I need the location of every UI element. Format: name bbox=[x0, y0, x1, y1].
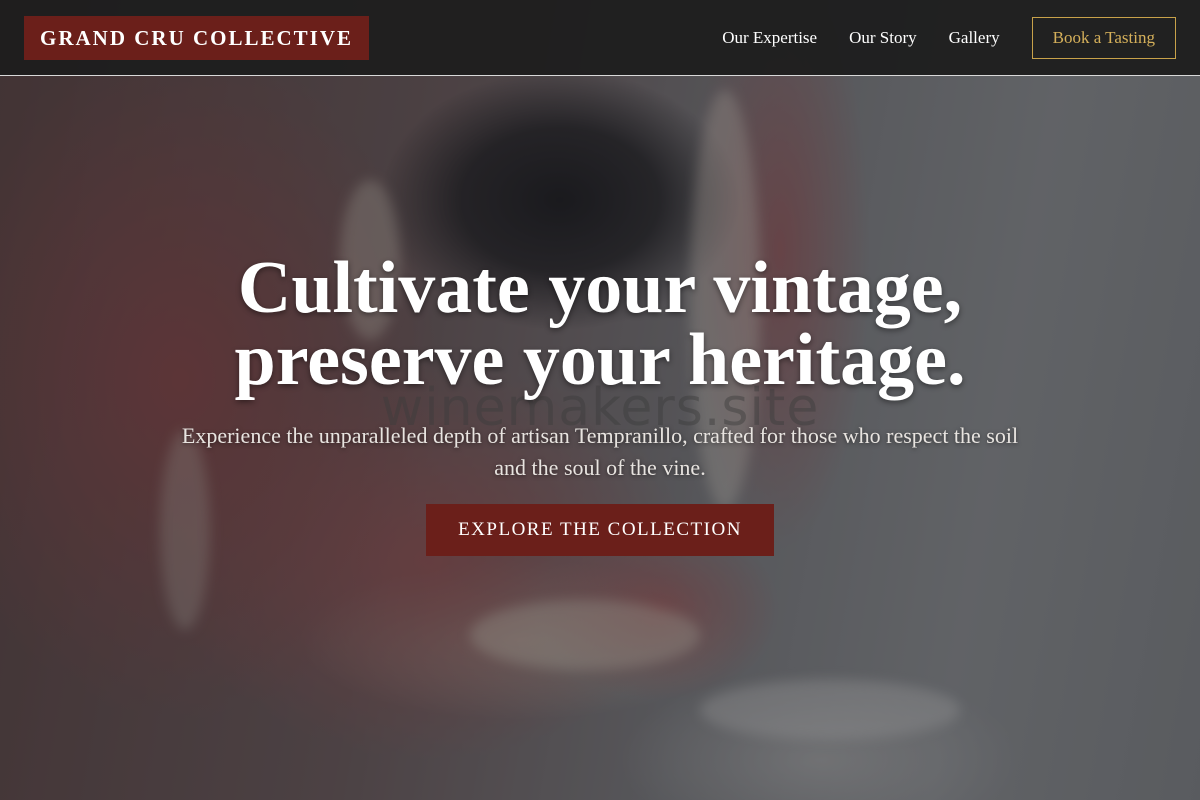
nav-link-gallery[interactable]: Gallery bbox=[949, 28, 1000, 48]
nav-link-our-story[interactable]: Our Story bbox=[849, 28, 917, 48]
hero-headline-line2: preserve your heritage. bbox=[234, 319, 966, 401]
hero-headline: Cultivate your vintage, preserve your he… bbox=[0, 251, 1200, 397]
page: winemakers.site GRAND CRU COLLECTIVE Our… bbox=[0, 0, 1200, 800]
hero-headline-line1: Cultivate your vintage, bbox=[237, 247, 963, 329]
explore-collection-button[interactable]: EXPLORE THE COLLECTION bbox=[426, 504, 774, 556]
hero-subtext: Experience the unparalleled depth of art… bbox=[181, 423, 1019, 480]
top-navbar: GRAND CRU COLLECTIVE Our Expertise Our S… bbox=[0, 0, 1200, 76]
brand-logo[interactable]: GRAND CRU COLLECTIVE bbox=[24, 16, 370, 60]
book-tasting-button[interactable]: Book a Tasting bbox=[1031, 17, 1176, 59]
nav-link-our-expertise[interactable]: Our Expertise bbox=[722, 28, 817, 48]
nav-links: Our Expertise Our Story Gallery Book a T… bbox=[722, 17, 1176, 59]
hero-section: Cultivate your vintage, preserve your he… bbox=[0, 251, 1200, 556]
